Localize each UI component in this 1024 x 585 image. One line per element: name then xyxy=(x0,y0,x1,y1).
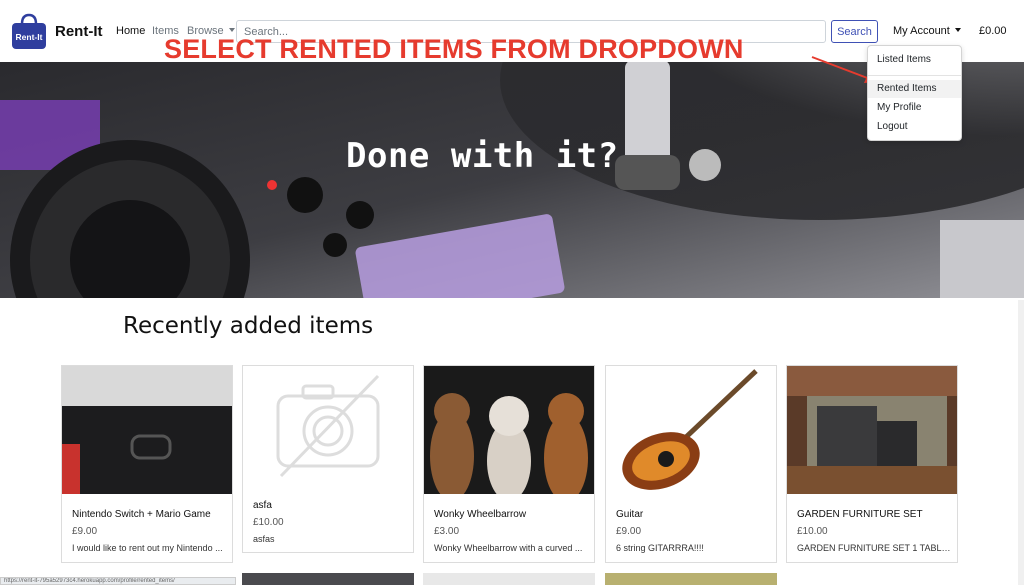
account-dropdown-menu: Listed Items Rented Items My Profile Log… xyxy=(867,45,962,141)
my-account-label: My Account xyxy=(893,25,950,37)
shopping-bag-icon[interactable]: Rent-It xyxy=(10,12,48,50)
status-bar-url: https://rent-it-795a52973c4.herokuapp.co… xyxy=(0,577,236,585)
item-title[interactable]: GARDEN FURNITURE SET xyxy=(797,509,923,520)
item-card[interactable]: GARDEN FURNITURE SET £10.00 GARDEN FURNI… xyxy=(786,365,958,563)
item-title[interactable]: Wonky Wheelbarrow xyxy=(434,509,526,520)
item-title[interactable]: Guitar xyxy=(616,509,643,520)
cart-total[interactable]: £0.00 xyxy=(979,25,1007,37)
logo-text: Rent-It xyxy=(16,32,43,42)
item-price: £3.00 xyxy=(434,526,460,537)
dropdown-item-my-profile[interactable]: My Profile xyxy=(868,99,961,117)
dropdown-item-rented-items[interactable]: Rented Items xyxy=(868,80,961,98)
item-card-partial[interactable] xyxy=(242,573,414,585)
scrollbar[interactable] xyxy=(1018,300,1024,585)
hero-title: Done with it? xyxy=(346,136,619,176)
dropdown-divider xyxy=(868,75,961,76)
item-description: 6 string GITARRRA!!!! xyxy=(616,543,704,553)
item-description: GARDEN FURNITURE SET 1 TABLE 2... xyxy=(797,543,952,553)
caret-down-icon xyxy=(954,28,961,32)
item-card[interactable]: asfa £10.00 asfas xyxy=(242,365,414,553)
item-card-partial[interactable] xyxy=(605,573,777,585)
annotation-text: SELECT RENTED ITEMS FROM DROPDOWN xyxy=(164,34,744,64)
item-card[interactable]: Wonky Wheelbarrow £3.00 Wonky Wheelbarro… xyxy=(423,365,595,563)
item-image[interactable] xyxy=(243,366,413,494)
item-image[interactable] xyxy=(62,366,232,494)
item-image[interactable] xyxy=(606,366,776,494)
item-description: asfas xyxy=(253,534,275,544)
section-title: Recently added items xyxy=(123,313,374,339)
my-account-dropdown[interactable]: My Account xyxy=(893,25,961,37)
item-price: £9.00 xyxy=(616,526,642,537)
item-title[interactable]: asfa xyxy=(253,500,272,511)
item-card[interactable]: Guitar £9.00 6 string GITARRRA!!!! xyxy=(605,365,777,563)
item-description: I would like to rent out my Nintendo ... xyxy=(72,543,223,553)
search-button[interactable]: Search xyxy=(831,20,878,43)
item-card[interactable]: Nintendo Switch + Mario Game £9.00 I wou… xyxy=(61,365,233,563)
item-price: £9.00 xyxy=(72,526,98,537)
item-image[interactable] xyxy=(787,366,957,494)
dropdown-item-logout[interactable]: Logout xyxy=(868,118,961,136)
item-description: Wonky Wheelbarrow with a curved ... xyxy=(434,543,583,553)
item-title[interactable]: Nintendo Switch + Mario Game xyxy=(72,509,211,520)
brand-name[interactable]: Rent-It xyxy=(55,23,103,40)
nav-home-link[interactable]: Home xyxy=(116,25,145,37)
dropdown-item-listed-items[interactable]: Listed Items xyxy=(868,51,961,69)
caret-down-icon xyxy=(228,28,235,32)
no-image-camera-icon xyxy=(243,366,413,494)
item-card-partial[interactable] xyxy=(423,573,595,585)
item-price: £10.00 xyxy=(253,517,284,528)
item-price: £10.00 xyxy=(797,526,828,537)
item-image[interactable] xyxy=(424,366,594,494)
